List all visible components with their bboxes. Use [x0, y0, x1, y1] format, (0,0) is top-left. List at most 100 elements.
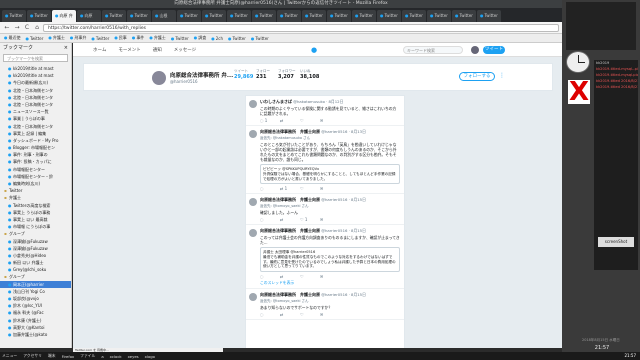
- reply-icon[interactable]: ◌: [260, 312, 280, 317]
- tab[interactable]: ●Twitter: [452, 10, 476, 22]
- sidebar-item[interactable]: ● ダッシュボード - My Pro: [0, 137, 71, 144]
- sidebar-item[interactable]: ● kk2019/title at mast: [0, 72, 71, 79]
- sidebar-item[interactable]: ● 高野大 (@Kantoi: [0, 324, 71, 331]
- taskbar-item[interactable]: ファイル: [80, 353, 95, 359]
- bookmark-item[interactable]: ●民事: [114, 35, 127, 41]
- bookmark-item[interactable]: ●Twitter: [26, 36, 44, 41]
- tab[interactable]: ●Twitter: [102, 10, 126, 22]
- taskbar-item[interactable]: Firefox: [62, 354, 75, 359]
- sidebar-item[interactable]: ● kk2019/title at mast: [0, 65, 71, 72]
- message-icon[interactable]: ✉: [320, 217, 340, 222]
- tab[interactable]: ●Twitter: [252, 10, 276, 22]
- tweet[interactable]: 向原総合法律事務所 弁護士向原 @harrier0516 · 8月15日 返信先:…: [246, 194, 404, 226]
- sidebar-item[interactable]: ● 編集時刻(広川): [0, 180, 71, 187]
- sidebar-item[interactable]: ● 事実上 記録 | 編集: [0, 130, 71, 137]
- bookmark-item[interactable]: ●Twitter: [251, 36, 269, 41]
- profile-stat[interactable]: いいね 38,108: [300, 69, 320, 80]
- reply-icon[interactable]: ◌: [260, 217, 280, 222]
- tab[interactable]: ●Twitter: [352, 10, 376, 22]
- twitter-nav-notifications[interactable]: 通知: [153, 47, 162, 53]
- sidebar-item[interactable]: ● 事業 | うらぼの事: [0, 115, 71, 122]
- tweet[interactable]: 向原総合法律事務所 弁護士向原 @harrier0516 · 8月15日 返信先:…: [246, 289, 404, 320]
- sidebar-item[interactable]: ● 加藤弁護士(@kato: [0, 331, 71, 338]
- like-icon[interactable]: ♡: [300, 186, 320, 191]
- quoted-tweet[interactable]: ピピビーッ @SPKKUPQURYEQVx 外資保険ではない場合、基礎を明らかにす…: [260, 164, 400, 185]
- tab[interactable]: ●Twitter: [302, 10, 326, 22]
- tab[interactable]: ●Twitter: [227, 10, 251, 22]
- like-icon[interactable]: ♡ 1: [300, 217, 320, 222]
- twitter-nav-messages[interactable]: メッセージ: [174, 47, 196, 53]
- taskbar-item[interactable]: a: [101, 354, 103, 359]
- twitter-nav-home[interactable]: ホーム: [93, 47, 106, 53]
- tab[interactable]: ●Twitter: [402, 10, 426, 22]
- sidebar-item[interactable]: ● 事件: 刑事・刑事の: [0, 151, 71, 158]
- tweet-author[interactable]: 向原総合法律事務所 弁護士向原: [260, 129, 320, 134]
- twitter-search-input[interactable]: キーワード検索: [403, 46, 463, 54]
- sidebar-item[interactable]: ● 今日の最新順(広川): [0, 79, 71, 86]
- sidebar-item[interactable]: ● 鈴木康 (弁護士): [0, 317, 71, 324]
- message-icon[interactable]: ✉: [320, 118, 340, 123]
- tab[interactable]: ●向原: [77, 10, 101, 22]
- bookmark-item[interactable]: ●Twitter: [91, 36, 109, 41]
- sidebar-item[interactable]: ● 鈴木 (@Isc_YUI: [0, 302, 71, 309]
- sidebar-item[interactable]: ● 坂部良(@vvjo: [0, 295, 71, 302]
- tab[interactable]: ●Twitter: [127, 10, 151, 22]
- tab[interactable]: ●Twitter: [477, 10, 501, 22]
- message-icon[interactable]: ✉: [320, 186, 340, 191]
- tab[interactable]: ●Twitter: [377, 10, 401, 22]
- sidebar-item[interactable]: ● 事実上 以い 最高裁: [0, 216, 71, 223]
- bookmark-item[interactable]: ●Twitter: [228, 36, 246, 41]
- sidebar-item[interactable]: ● 深澤諭(@Fukuzaw: [0, 238, 71, 245]
- tweet[interactable]: 向原総合法律事務所 弁護士向原 @harrier0516 · 8月13日 返信先:…: [246, 126, 404, 195]
- bookmark-item[interactable]: ●刑事弁: [70, 35, 87, 41]
- tweet-author[interactable]: いわしさんまさば: [260, 99, 292, 104]
- sidebar-item[interactable]: ● 北陸・日本海側センタ: [0, 87, 71, 94]
- reply-icon[interactable]: ◌ 1: [260, 118, 280, 123]
- bookmark-item[interactable]: ●調査: [194, 35, 207, 41]
- tweet[interactable]: いわしさんまさば @hakatamusuko · 8月12日 この時期のよくやって…: [246, 96, 404, 126]
- sidebar-item[interactable]: ● 福永 幹夫 (@Fac: [0, 309, 71, 316]
- sidebar-folder[interactable]: ▪ グループ: [0, 273, 71, 280]
- tweet-author[interactable]: 向原総合法律事務所 弁護士向原: [260, 292, 320, 297]
- tweet-avatar[interactable]: [249, 292, 257, 301]
- sidebar-item[interactable]: ● 事件: 投稿・カッパに: [0, 158, 71, 165]
- tweet-author[interactable]: 向原総合法律事務所 弁護士向原: [260, 197, 320, 202]
- bookmark-item[interactable]: ●弁護士: [48, 35, 65, 41]
- taskbar-item[interactable]: xlogo: [145, 354, 155, 359]
- taskbar-item[interactable]: アクセサリ: [23, 353, 42, 359]
- tab[interactable]: ●山根: [152, 10, 176, 22]
- bookmark-item[interactable]: ●最近使: [4, 35, 21, 41]
- tweet-author[interactable]: 向原総合法律事務所 弁護士向原: [260, 228, 320, 233]
- tweet-avatar[interactable]: [249, 198, 257, 207]
- show-thread-link[interactable]: このスレッドを表示: [260, 280, 400, 286]
- sidebar-folder[interactable]: ▪ グループ: [0, 230, 71, 237]
- bookmark-item[interactable]: ●弁護士: [149, 35, 166, 41]
- taskbar-item[interactable]: 端末: [48, 353, 56, 359]
- profile-avatar[interactable]: [152, 71, 166, 85]
- sidebar-item[interactable]: ● 事実上 うらぼの事務: [0, 209, 71, 216]
- twitter-nav-moments[interactable]: モーメント: [118, 47, 140, 53]
- tab[interactable]: ●Twitter: [427, 10, 451, 22]
- tab[interactable]: ●Twitter: [27, 10, 51, 22]
- tweet-button[interactable]: ツイート: [483, 46, 505, 54]
- sidebar-item[interactable]: ● 新田 以い 弁護士: [0, 259, 71, 266]
- user-avatar[interactable]: [471, 46, 479, 54]
- sidebar-folder[interactable]: ▪ 弁護士: [0, 194, 71, 201]
- tab[interactable]: ●Twitter: [2, 10, 26, 22]
- sidebar-item[interactable]: ● ニュースソース一覧: [0, 108, 71, 115]
- tweet-avatar[interactable]: [249, 100, 257, 108]
- like-icon[interactable]: ♡: [300, 312, 320, 317]
- sidebar-item[interactable]: ● 北陸・日本海側センタ: [0, 123, 71, 130]
- tab[interactable]: ●向原 弁: [52, 10, 76, 22]
- bookmark-item[interactable]: ●2ch: [211, 36, 223, 41]
- sidebar-close-icon[interactable]: ×: [64, 43, 68, 53]
- back-button[interactable]: ←: [3, 24, 11, 32]
- taskbar-item[interactable]: メニュー: [2, 353, 17, 359]
- more-icon[interactable]: ⋮: [499, 72, 505, 79]
- taskbar-item[interactable]: xeyes: [128, 354, 139, 359]
- sidebar-item[interactable]: ● 岡本正(@harrier: [0, 280, 71, 288]
- sidebar-item[interactable]: ● 浅山日刊 Yogi Co: [0, 288, 71, 295]
- like-icon[interactable]: ♡: [300, 118, 320, 123]
- tweet-reply-to[interactable]: 返信先: @tomoyo_saeki さん: [260, 299, 400, 304]
- follow-button[interactable]: フォローする: [459, 72, 495, 81]
